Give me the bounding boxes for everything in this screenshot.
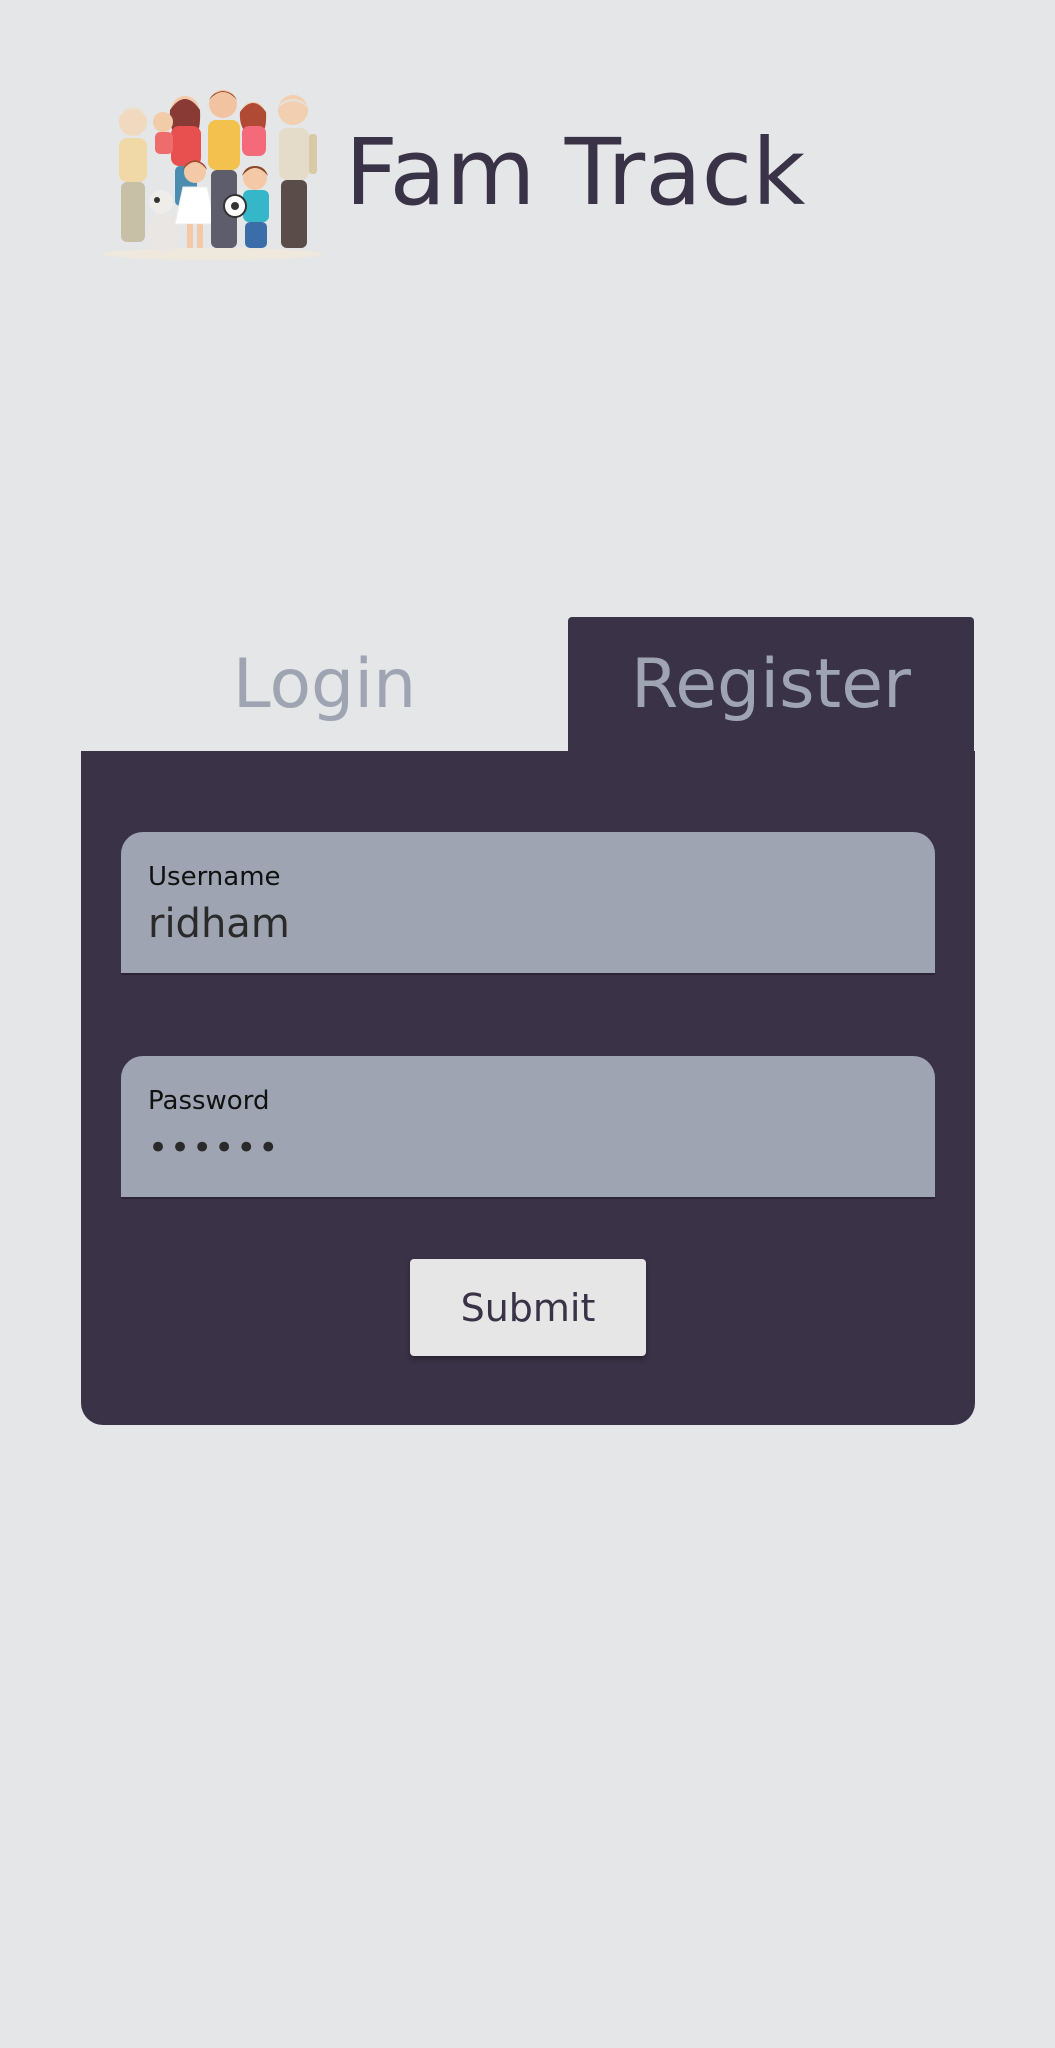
family-illustration-icon: [103, 90, 323, 260]
username-input[interactable]: [148, 894, 908, 954]
submit-button[interactable]: Submit: [410, 1259, 646, 1356]
password-field[interactable]: Password: [121, 1056, 935, 1199]
password-input[interactable]: [148, 1118, 908, 1178]
password-label: Password: [148, 1086, 270, 1116]
register-form: Username Password Submit: [81, 751, 975, 1425]
tab-login[interactable]: Login: [81, 617, 568, 752]
username-field[interactable]: Username: [121, 832, 935, 975]
app-title: Fam Track: [345, 118, 806, 226]
auth-tabs: Login Register: [81, 617, 975, 752]
app-header: Fam Track: [95, 82, 805, 262]
tab-register[interactable]: Register: [568, 617, 974, 752]
username-label: Username: [148, 862, 281, 892]
